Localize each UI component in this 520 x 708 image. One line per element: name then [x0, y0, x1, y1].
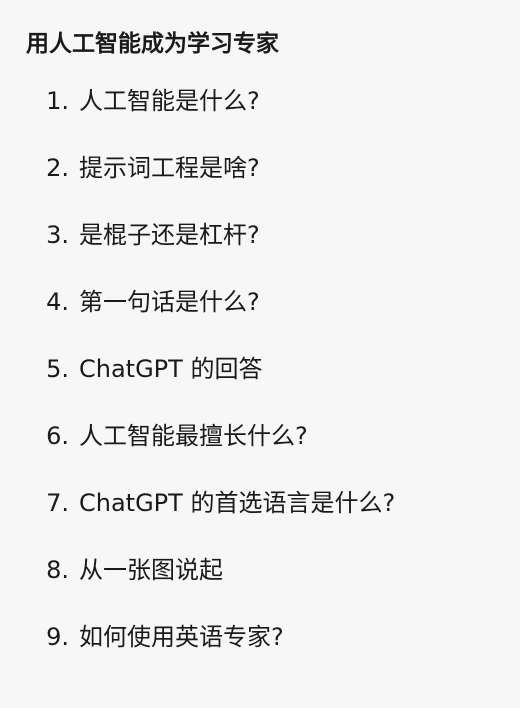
- toc-item-number: 4.: [46, 288, 69, 316]
- toc-item-label: 从一张图说起: [79, 556, 223, 584]
- toc-item-4[interactable]: 4. 第一句话是什么?: [0, 285, 395, 352]
- toc-item-number: 5.: [46, 355, 69, 383]
- toc-item-1[interactable]: 1. 人工智能是什么?: [0, 84, 395, 151]
- toc-item-number: 7.: [46, 489, 69, 517]
- toc-item-number: 8.: [46, 556, 69, 584]
- toc-item-label: ChatGPT 的回答: [79, 355, 263, 383]
- toc-item-9[interactable]: 9. 如何使用英语专家?: [0, 620, 395, 687]
- toc-item-label: 人工智能是什么?: [79, 87, 260, 115]
- table-of-contents: 1. 人工智能是什么? 2. 提示词工程是啥? 3. 是棍子还是杠杆? 4. 第…: [0, 84, 395, 687]
- toc-item-label: 如何使用英语专家?: [79, 623, 284, 651]
- toc-item-label: 第一句话是什么?: [79, 288, 260, 316]
- toc-item-6[interactable]: 6. 人工智能最擅长什么?: [0, 419, 395, 486]
- toc-item-8[interactable]: 8. 从一张图说起: [0, 553, 395, 620]
- toc-item-label: ChatGPT 的首选语言是什么?: [79, 489, 396, 517]
- toc-item-label: 是棍子还是杠杆?: [79, 221, 260, 249]
- toc-item-5[interactable]: 5. ChatGPT 的回答: [0, 352, 395, 419]
- toc-item-7[interactable]: 7. ChatGPT 的首选语言是什么?: [0, 486, 395, 553]
- toc-item-3[interactable]: 3. 是棍子还是杠杆?: [0, 218, 395, 285]
- toc-item-number: 1.: [46, 87, 69, 115]
- toc-item-number: 6.: [46, 422, 69, 450]
- toc-item-number: 2.: [46, 154, 69, 182]
- toc-item-number: 3.: [46, 221, 69, 249]
- toc-item-2[interactable]: 2. 提示词工程是啥?: [0, 151, 395, 218]
- toc-item-number: 9.: [46, 623, 69, 651]
- toc-item-label: 人工智能最擅长什么?: [79, 422, 308, 450]
- toc-item-label: 提示词工程是啥?: [79, 154, 260, 182]
- page-title: 用人工智能成为学习专家: [26, 31, 279, 57]
